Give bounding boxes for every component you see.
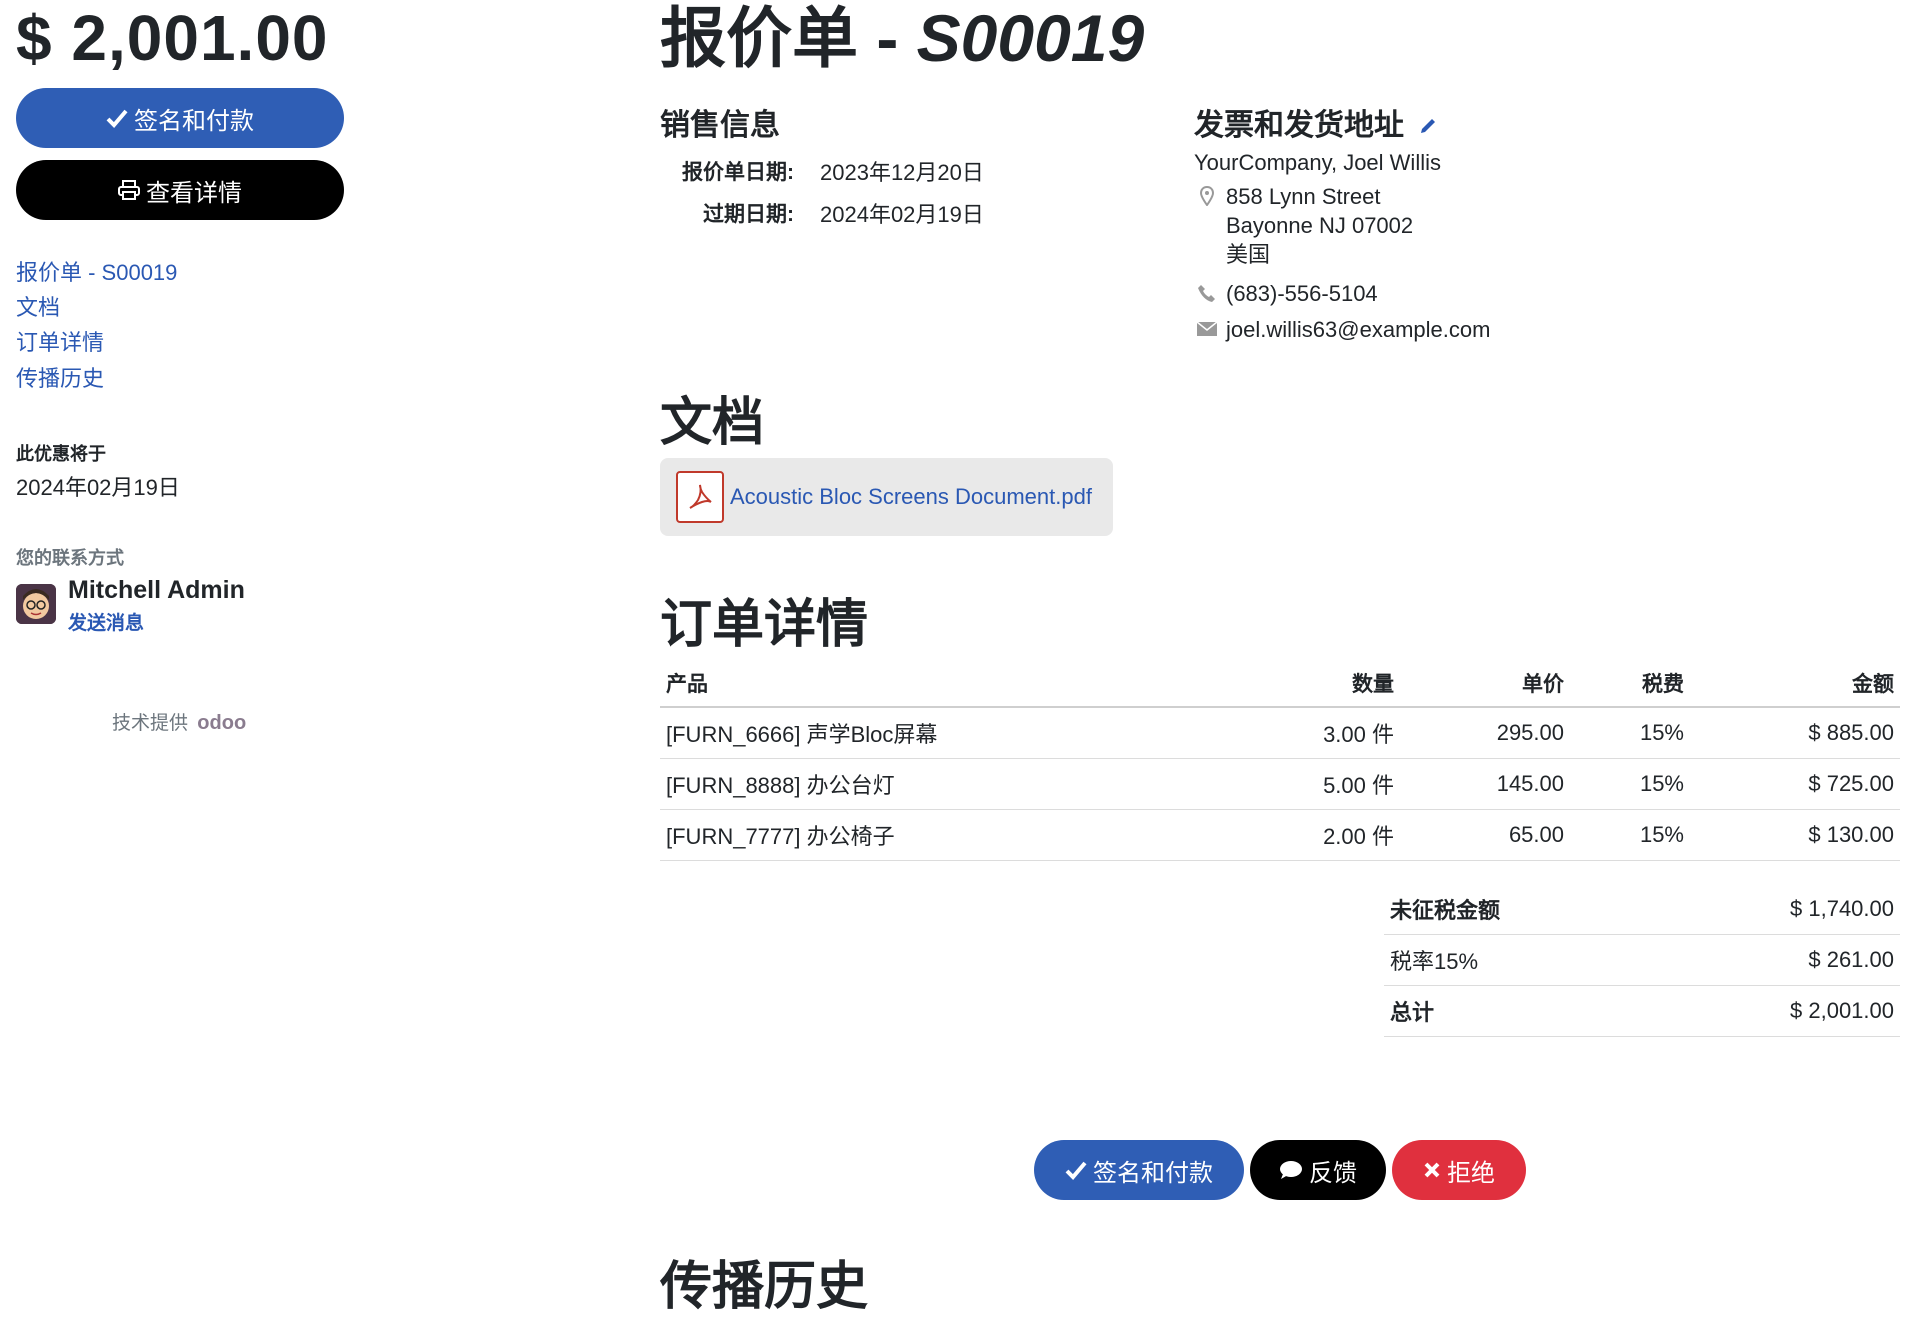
nav-link-history[interactable]: 传播历史 bbox=[16, 364, 104, 394]
column-header-unit-price: 单价 bbox=[1400, 660, 1570, 708]
address-heading-label: 发票和发货地址 bbox=[1194, 109, 1404, 142]
powered-by-label: 技术提供 bbox=[112, 713, 189, 734]
line-quantity: 5.00 件 bbox=[1270, 758, 1400, 810]
view-details-button[interactable]: 查看详情 bbox=[16, 160, 344, 220]
line-unit-price: 145.00 bbox=[1400, 758, 1570, 810]
line-product: [FURN_8888] 办公台灯 bbox=[660, 758, 1270, 810]
line-quantity: 3.00 件 bbox=[1270, 707, 1400, 759]
line-unit-price: 65.00 bbox=[1400, 809, 1570, 861]
nav-link-documents[interactable]: 文档 bbox=[16, 293, 60, 323]
avatar bbox=[16, 584, 56, 624]
line-quantity: 2.00 件 bbox=[1270, 809, 1400, 861]
line-amount: $ 885.00 bbox=[1690, 707, 1900, 759]
line-tax: 15% bbox=[1570, 707, 1690, 759]
comment-icon bbox=[1279, 1160, 1303, 1180]
page-title: 报价单 - S00019 bbox=[660, 0, 1144, 76]
total-row: 总计 $ 2,001.00 bbox=[1384, 985, 1900, 1037]
print-icon bbox=[118, 180, 140, 200]
sales-info-heading: 销售信息 bbox=[660, 109, 780, 142]
contact-name: Mitchell Admin bbox=[68, 576, 245, 604]
feedback-button[interactable]: 反馈 bbox=[1250, 1140, 1386, 1200]
tax-row: 税率15% $ 261.00 bbox=[1384, 934, 1900, 986]
address-country: 美国 bbox=[1226, 242, 1271, 267]
page-title-code: S00019 bbox=[916, 1, 1145, 75]
expiry-date-label: 过期日期: bbox=[703, 203, 794, 226]
sign-and-pay-button[interactable]: 签名和付款 bbox=[16, 88, 344, 148]
address-phone: (683)-556-5104 bbox=[1226, 281, 1378, 306]
line-amount: $ 725.00 bbox=[1690, 758, 1900, 810]
send-message-link[interactable]: 发送消息 bbox=[68, 608, 144, 635]
untaxed-label: 未征税金额 bbox=[1384, 884, 1649, 935]
feedback-label: 反馈 bbox=[1309, 1159, 1357, 1187]
phone-icon bbox=[1196, 282, 1218, 304]
address-street: 858 Lynn Street bbox=[1226, 184, 1381, 209]
quote-date-label: 报价单日期: bbox=[682, 161, 794, 184]
odoo-logo[interactable]: odoo bbox=[197, 712, 246, 734]
contact-label: 您的联系方式 bbox=[16, 548, 124, 568]
line-unit-price: 295.00 bbox=[1400, 707, 1570, 759]
edit-pencil-icon[interactable] bbox=[1418, 110, 1438, 144]
total-amount: $ 2,001.00 bbox=[16, 2, 329, 74]
document-file-name[interactable]: Acoustic Bloc Screens Document.pdf bbox=[730, 484, 1092, 510]
table-row: [FURN_7777] 办公椅子 2.00 件 65.00 15% $ 130.… bbox=[660, 809, 1900, 861]
address-company: YourCompany, Joel Willis bbox=[1194, 150, 1441, 175]
reject-button[interactable]: 拒绝 bbox=[1392, 1140, 1526, 1200]
offer-expires-date: 2024年02月19日 bbox=[16, 475, 180, 500]
table-row: [FURN_6666] 声学Bloc屏幕 3.00 件 295.00 15% $… bbox=[660, 707, 1900, 759]
document-card[interactable]: Acoustic Bloc Screens Document.pdf bbox=[660, 458, 1113, 536]
documents-heading: 文档 bbox=[660, 394, 765, 452]
untaxed-row: 未征税金额 $ 1,740.00 bbox=[1384, 884, 1900, 935]
history-heading: 传播历史 bbox=[660, 1258, 869, 1316]
powered-by: 技术提供 odoo bbox=[112, 708, 246, 735]
total-value: $ 2,001.00 bbox=[1648, 985, 1900, 1037]
expiry-date: 2024年02月19日 bbox=[820, 202, 984, 227]
address-city: Bayonne NJ 07002 bbox=[1226, 213, 1414, 238]
address-heading: 发票和发货地址 bbox=[1194, 100, 1438, 144]
close-icon bbox=[1423, 1161, 1441, 1179]
offer-expires-label: 此优惠将于 bbox=[16, 444, 106, 464]
tax-value: $ 261.00 bbox=[1648, 934, 1900, 986]
sign-and-pay-label: 签名和付款 bbox=[134, 107, 254, 135]
line-tax: 15% bbox=[1570, 758, 1690, 810]
line-amount: $ 130.00 bbox=[1690, 809, 1900, 861]
address-email: joel.willis63@example.com bbox=[1226, 317, 1491, 342]
column-header-product: 产品 bbox=[660, 660, 1270, 708]
view-details-label: 查看详情 bbox=[146, 179, 242, 207]
sign-and-pay-bottom-button[interactable]: 签名和付款 bbox=[1034, 1140, 1244, 1200]
tax-label: 税率15% bbox=[1384, 934, 1649, 986]
order-details-heading: 订单详情 bbox=[660, 596, 869, 654]
line-product: [FURN_7777] 办公椅子 bbox=[660, 809, 1270, 861]
nav-link-quotation[interactable]: 报价单 - S00019 bbox=[16, 258, 177, 288]
line-product: [FURN_6666] 声学Bloc屏幕 bbox=[660, 707, 1270, 759]
line-tax: 15% bbox=[1570, 809, 1690, 861]
reject-label: 拒绝 bbox=[1447, 1159, 1495, 1187]
table-header-row: 产品 数量 单价 税费 金额 bbox=[660, 660, 1900, 708]
envelope-icon bbox=[1196, 318, 1218, 340]
sign-and-pay-bottom-label: 签名和付款 bbox=[1093, 1159, 1213, 1187]
pdf-icon bbox=[676, 471, 724, 523]
untaxed-value: $ 1,740.00 bbox=[1648, 884, 1900, 935]
column-header-amount: 金额 bbox=[1690, 660, 1900, 708]
page-title-prefix: 报价单 - bbox=[660, 1, 917, 75]
check-icon bbox=[106, 108, 128, 128]
check-icon bbox=[1065, 1160, 1087, 1180]
nav-link-order-details[interactable]: 订单详情 bbox=[16, 328, 104, 358]
quote-date: 2023年12月20日 bbox=[820, 160, 984, 185]
map-marker-icon bbox=[1196, 185, 1218, 207]
table-row: [FURN_8888] 办公台灯 5.00 件 145.00 15% $ 725… bbox=[660, 758, 1900, 810]
order-lines-table: 产品 数量 单价 税费 金额 [FURN_6666] 声学Bloc屏幕 3.00… bbox=[660, 660, 1900, 861]
column-header-quantity: 数量 bbox=[1270, 660, 1400, 708]
column-header-tax: 税费 bbox=[1570, 660, 1690, 708]
totals-table: 未征税金额 $ 1,740.00 税率15% $ 261.00 总计 $ 2,0… bbox=[1384, 884, 1900, 1037]
total-label: 总计 bbox=[1384, 985, 1649, 1037]
